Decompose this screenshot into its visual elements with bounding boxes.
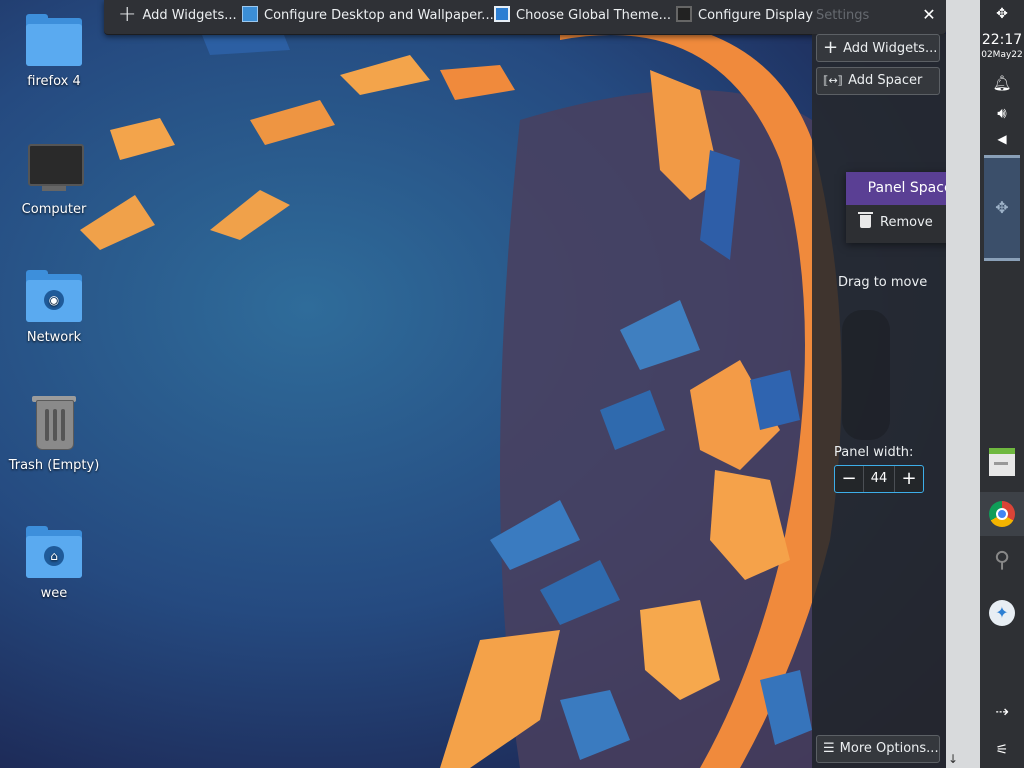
panel-width-value[interactable]: 44 xyxy=(863,466,895,492)
panel-settings-icon[interactable]: ⚟ xyxy=(980,742,1024,758)
panel-edge-strip xyxy=(946,0,980,768)
desktop-icon-home[interactable]: ⌂ wee xyxy=(4,522,104,601)
network-folder-icon: ◉ xyxy=(24,266,84,326)
choose-global-theme-button[interactable]: Choose Global Theme... xyxy=(494,5,671,27)
wallpaper-icon xyxy=(242,6,258,22)
display-icon xyxy=(676,6,692,22)
spacer-icon: ⟦↔⟧ xyxy=(823,74,844,87)
panel-add-widgets-label: Add Widgets... xyxy=(843,41,938,56)
panel-spacer[interactable]: ✥ xyxy=(984,155,1020,261)
desktop-icon-label: wee xyxy=(40,586,68,601)
chrome-icon[interactable] xyxy=(980,492,1024,536)
folder-icon xyxy=(24,10,84,70)
app-launcher-icon[interactable]: ✦ xyxy=(980,600,1024,626)
increase-width-button[interactable]: + xyxy=(895,466,923,492)
move-icon: ✥ xyxy=(995,198,1009,217)
add-spacer-button[interactable]: ⟦↔⟧ Add Spacer xyxy=(816,67,940,95)
notifications-icon[interactable]: 🔔︎ xyxy=(980,74,1024,92)
desktop-icon-label: firefox 4 xyxy=(27,74,81,89)
panel-drag-icon[interactable]: ⇢ xyxy=(980,702,1024,721)
desktop-icon-trash[interactable]: Trash (Empty) xyxy=(4,394,104,473)
add-widgets-label: Add Widgets... xyxy=(142,8,237,23)
configure-display-button[interactable]: Configure Display xyxy=(676,5,813,27)
desktop-icon-label: Network xyxy=(26,330,82,345)
close-icon[interactable]: ✕ xyxy=(920,4,938,26)
configure-desktop-button[interactable]: Configure Desktop and Wallpaper... xyxy=(242,5,494,27)
right-panel: ✥ 22:17 02May22 🔔︎ 🔊︎ ◀ ✥ ⚲ ✦ ⇢ ⚟ xyxy=(980,0,1024,768)
drag-to-move-label: Drag to move xyxy=(838,275,928,290)
computer-icon xyxy=(24,138,84,198)
plus-icon: + xyxy=(823,37,839,58)
desktop-icon-label: Computer xyxy=(21,202,87,217)
sliders-icon: ☰ xyxy=(823,741,835,756)
trash-icon xyxy=(24,394,84,454)
plus-icon: + xyxy=(118,2,137,27)
expand-tray-icon[interactable]: ◀ xyxy=(980,132,1024,146)
clock-time[interactable]: 22:17 xyxy=(980,32,1024,48)
search-icon[interactable]: ⚲ xyxy=(980,548,1024,573)
desktop-icon-computer[interactable]: Computer xyxy=(4,138,104,217)
clock-date[interactable]: 02May22 xyxy=(980,50,1024,60)
volume-icon[interactable]: 🔊︎ xyxy=(980,104,1024,122)
decrease-width-button[interactable]: − xyxy=(835,466,863,492)
more-options-button[interactable]: ☰ More Options... xyxy=(816,735,940,763)
arrow-down-icon: ↓ xyxy=(948,752,959,766)
home-folder-icon: ⌂ xyxy=(24,522,84,582)
archive-app-icon[interactable] xyxy=(980,448,1024,476)
add-widgets-button[interactable]: + Add Widgets... xyxy=(118,2,237,27)
panel-width-label: Panel width: xyxy=(834,445,914,460)
configure-display-label: Configure Display xyxy=(698,8,814,23)
remove-label: Remove xyxy=(880,215,933,230)
move-icon[interactable]: ✥ xyxy=(980,6,1024,22)
settings-ghost-label: Settings xyxy=(816,8,870,23)
configure-desktop-label: Configure Desktop and Wallpaper... xyxy=(264,8,494,23)
panel-config-sidebar: + Add Widgets... ⟦↔⟧ Add Spacer Drag to mo… xyxy=(812,34,946,768)
theme-icon xyxy=(494,6,510,22)
drag-handle[interactable] xyxy=(842,310,890,440)
trash-icon xyxy=(858,212,873,228)
panel-width-stepper[interactable]: − 44 + xyxy=(834,465,924,493)
panel-add-widgets-button[interactable]: + Add Widgets... xyxy=(816,34,940,62)
add-spacer-label: Add Spacer xyxy=(848,73,923,88)
desktop-icon-label: Trash (Empty) xyxy=(8,458,100,473)
choose-theme-label: Choose Global Theme... xyxy=(516,8,671,23)
desktop-icon-network[interactable]: ◉ Network xyxy=(4,266,104,345)
more-options-label: More Options... xyxy=(839,741,939,756)
desktop-icon-firefox[interactable]: firefox 4 xyxy=(4,10,104,89)
desktop-toolbar: + Add Widgets... Configure Desktop and Wa… xyxy=(104,0,946,35)
